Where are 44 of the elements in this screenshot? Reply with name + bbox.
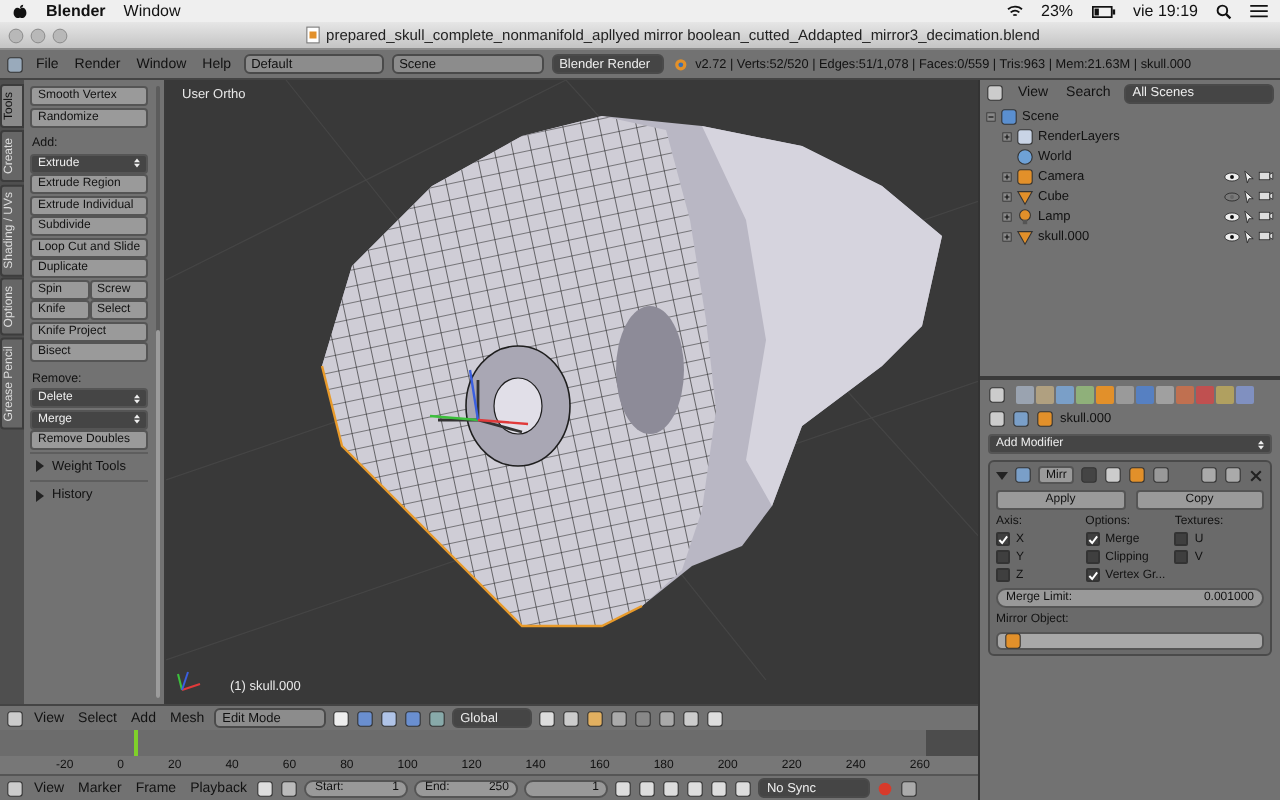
up-down-arrows-icon bbox=[134, 414, 141, 424]
expand-icon[interactable] bbox=[1002, 191, 1012, 201]
mirror-object-field[interactable] bbox=[996, 632, 1264, 650]
up-down-arrows-icon bbox=[134, 393, 141, 403]
triangle-mesh-icon bbox=[1016, 187, 1034, 205]
checkbox[interactable] bbox=[996, 550, 1010, 564]
battery-percentage: 23% bbox=[1041, 2, 1074, 20]
up-down-arrows-icon bbox=[1258, 439, 1264, 449]
scrollbar[interactable] bbox=[156, 86, 160, 698]
window-close-button[interactable] bbox=[8, 27, 24, 43]
menu-item[interactable]: Window bbox=[123, 2, 181, 20]
window-zoom-button[interactable] bbox=[52, 27, 68, 43]
axis-gizmo-icon bbox=[174, 668, 202, 696]
collapse-icon[interactable] bbox=[986, 111, 996, 121]
timeline-track[interactable] bbox=[0, 730, 978, 756]
expand-icon[interactable] bbox=[1002, 231, 1012, 241]
expand-icon[interactable] bbox=[1002, 171, 1012, 181]
checkbox[interactable] bbox=[1174, 550, 1189, 564]
disclosure-triangle-icon[interactable] bbox=[34, 489, 46, 501]
close-icon[interactable] bbox=[1248, 467, 1264, 483]
list-icon[interactable] bbox=[1250, 4, 1268, 18]
disclosure-triangle-icon[interactable] bbox=[996, 469, 1008, 481]
expand-icon[interactable] bbox=[1002, 211, 1012, 221]
search-icon[interactable] bbox=[1216, 3, 1232, 19]
checkbox[interactable] bbox=[1085, 568, 1100, 582]
document-icon bbox=[306, 26, 321, 44]
checkbox[interactable] bbox=[996, 532, 1010, 546]
up-down-arrows-icon bbox=[134, 158, 141, 168]
checkbox[interactable] bbox=[996, 568, 1010, 582]
globe-icon bbox=[1016, 147, 1034, 165]
battery-icon[interactable] bbox=[1091, 5, 1116, 17]
triangle-mesh-icon bbox=[1016, 227, 1034, 245]
window-minimize-button[interactable] bbox=[30, 27, 46, 43]
checkbox[interactable] bbox=[1085, 532, 1100, 546]
menubar-clock[interactable]: vie 19:19 bbox=[1133, 2, 1198, 20]
expand-icon[interactable] bbox=[1002, 131, 1012, 141]
app-menu[interactable]: Blender bbox=[46, 2, 106, 20]
checkbox[interactable] bbox=[1174, 532, 1189, 546]
apple-logo-icon[interactable] bbox=[12, 3, 28, 19]
disclosure-triangle-icon[interactable] bbox=[34, 460, 46, 472]
blender-logo-icon bbox=[671, 56, 688, 72]
checkbox[interactable] bbox=[1085, 550, 1100, 564]
bulb-icon bbox=[1016, 207, 1034, 225]
wifi-icon[interactable] bbox=[1005, 4, 1024, 18]
